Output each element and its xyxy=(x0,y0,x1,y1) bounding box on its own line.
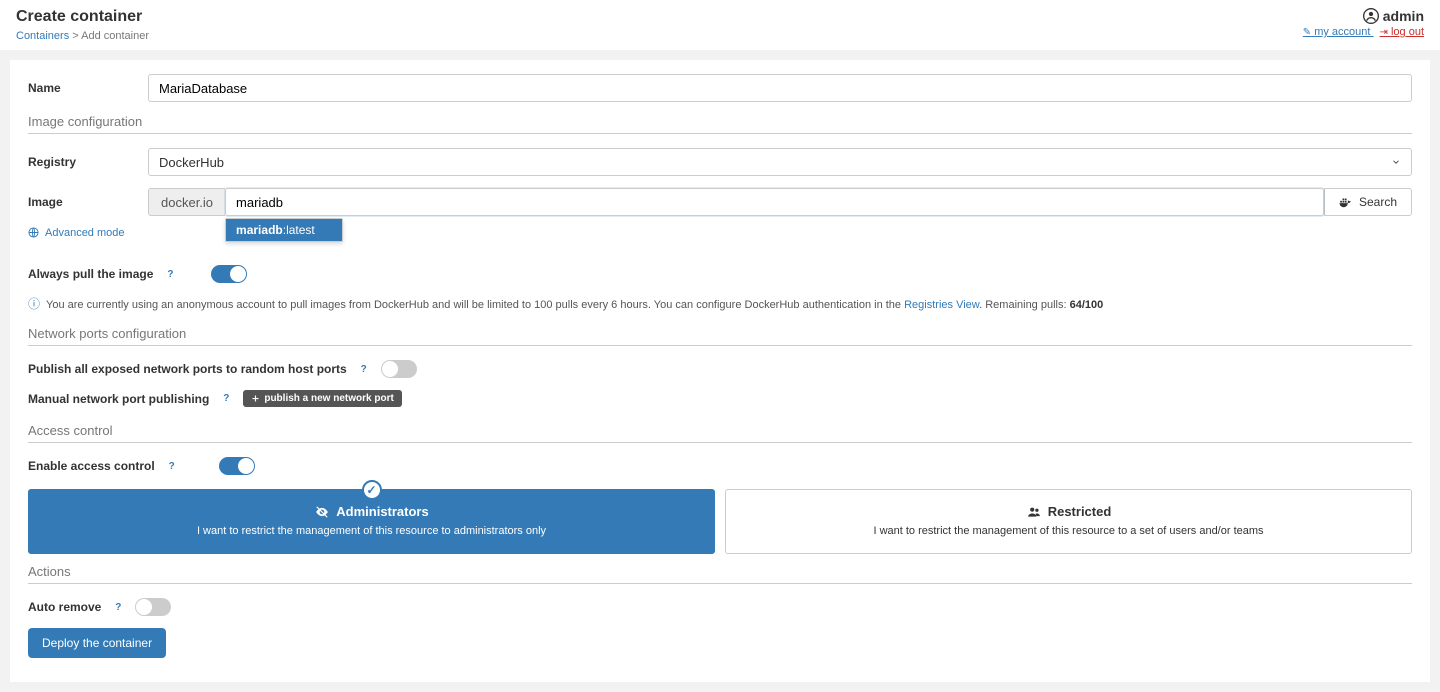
enable-access-label: Enable access control xyxy=(28,459,155,473)
image-autocomplete: mariadb:latest xyxy=(225,218,343,242)
user-indicator: admin xyxy=(1297,8,1424,24)
breadcrumb-current: Add container xyxy=(81,30,149,42)
autocomplete-item-mariadb-latest[interactable]: mariadb:latest xyxy=(226,219,342,241)
main-panel: Name Image configuration Registry Docker… xyxy=(10,60,1430,682)
advanced-mode-link[interactable]: Advanced mode xyxy=(28,227,125,239)
registries-view-link[interactable]: Registries View xyxy=(904,299,979,311)
section-image-config: Image configuration xyxy=(28,114,1412,134)
chevron-down-icon xyxy=(1391,157,1401,167)
access-card-restricted[interactable]: Restricted I want to restrict the manage… xyxy=(725,489,1412,554)
section-access-control: Access control xyxy=(28,423,1412,443)
eye-off-icon xyxy=(314,505,330,519)
globe-icon xyxy=(28,227,39,238)
name-label: Name xyxy=(28,81,148,95)
page-title: Create container xyxy=(16,8,149,26)
remaining-pulls: 64/100 xyxy=(1070,299,1104,311)
help-icon[interactable]: ? xyxy=(357,362,371,376)
username: admin xyxy=(1383,8,1424,24)
always-pull-toggle[interactable] xyxy=(211,265,247,283)
publish-port-button[interactable]: publish a new network port xyxy=(243,390,401,407)
auto-remove-label: Auto remove xyxy=(28,600,101,614)
help-icon[interactable]: ? xyxy=(165,459,179,473)
breadcrumb-containers-link[interactable]: Containers xyxy=(16,30,69,42)
help-icon[interactable]: ? xyxy=(111,600,125,614)
my-account-link[interactable]: ✎ my account xyxy=(1303,26,1374,38)
publish-all-toggle[interactable] xyxy=(381,360,417,378)
user-icon xyxy=(1363,8,1379,24)
auto-remove-toggle[interactable] xyxy=(135,598,171,616)
name-input[interactable] xyxy=(148,74,1412,102)
deploy-button[interactable]: Deploy the container xyxy=(28,628,166,658)
enable-access-toggle[interactable] xyxy=(219,457,255,475)
info-icon: ⓘ xyxy=(28,295,40,312)
breadcrumb: Containers > Add container xyxy=(16,30,149,42)
search-button[interactable]: Search xyxy=(1324,188,1412,216)
dockerhub-notice: ⓘ You are currently using an anonymous a… xyxy=(28,295,1412,312)
section-network-ports: Network ports configuration xyxy=(28,326,1412,346)
plus-icon xyxy=(251,394,260,403)
help-icon[interactable]: ? xyxy=(163,267,177,281)
page-header: Create container Containers > Add contai… xyxy=(0,0,1440,50)
section-actions: Actions xyxy=(28,564,1412,584)
manual-port-label: Manual network port publishing xyxy=(28,392,209,406)
registry-select[interactable]: DockerHub xyxy=(148,148,1412,176)
image-label: Image xyxy=(28,195,148,209)
log-out-link[interactable]: ⇥ log out xyxy=(1380,26,1424,38)
help-icon[interactable]: ? xyxy=(219,392,233,406)
always-pull-label: Always pull the image xyxy=(28,267,153,281)
users-icon xyxy=(1026,505,1042,519)
registry-value: DockerHub xyxy=(159,155,224,170)
access-card-administrators[interactable]: ✓ Administrators I want to restrict the … xyxy=(28,489,715,554)
docker-icon xyxy=(1339,196,1353,208)
publish-all-label: Publish all exposed network ports to ran… xyxy=(28,362,347,376)
image-input[interactable] xyxy=(225,188,1324,216)
check-icon: ✓ xyxy=(362,480,382,500)
registry-label: Registry xyxy=(28,155,148,169)
image-prefix: docker.io xyxy=(148,188,225,216)
